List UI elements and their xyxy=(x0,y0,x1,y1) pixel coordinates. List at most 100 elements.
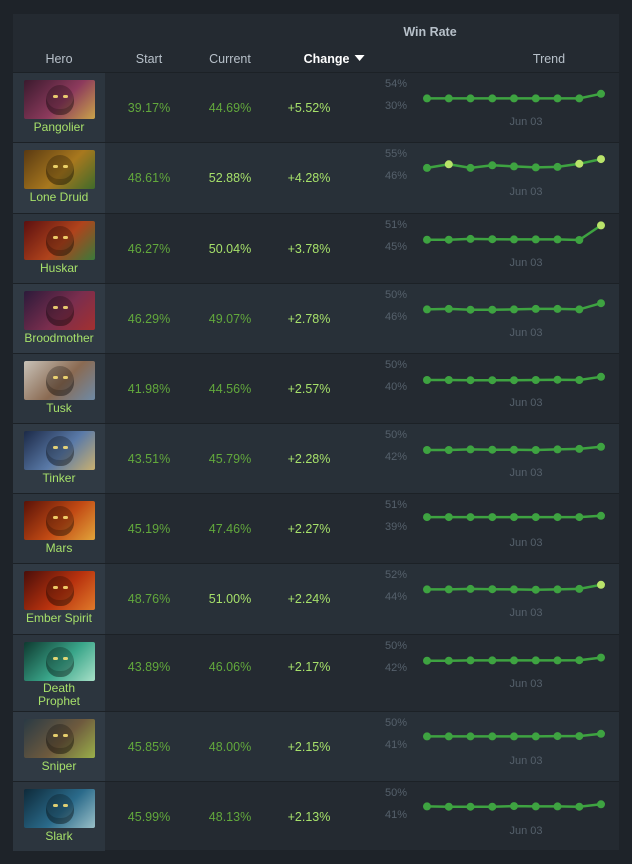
col-hero-header[interactable]: Hero xyxy=(45,52,72,66)
trend-sparkline[interactable]: 50% 41% Jun 03 xyxy=(381,782,619,851)
table-row[interactable]: Tinker 43.51% 45.79% +2.28% 50% 42% Jun 03 xyxy=(13,423,619,493)
hero-cell[interactable]: Huskar xyxy=(13,214,105,283)
trend-point[interactable] xyxy=(553,375,562,384)
trend-point[interactable] xyxy=(553,513,562,522)
trend-point[interactable] xyxy=(466,234,475,243)
trend-point[interactable] xyxy=(597,155,605,164)
trend-point[interactable] xyxy=(531,163,540,172)
trend-point[interactable] xyxy=(597,372,605,381)
col-start-header[interactable]: Start xyxy=(136,52,162,66)
trend-point[interactable] xyxy=(575,513,584,522)
trend-point[interactable] xyxy=(466,305,475,314)
trend-point[interactable] xyxy=(510,585,518,594)
trend-point[interactable] xyxy=(488,802,497,811)
trend-point[interactable] xyxy=(423,163,431,172)
trend-sparkline[interactable]: 51% 39% Jun 03 xyxy=(381,494,619,563)
hero-name[interactable]: Huskar xyxy=(13,262,105,275)
col-change-header[interactable]: Change xyxy=(304,52,365,66)
trend-point[interactable] xyxy=(488,161,497,170)
col-trend-header[interactable]: Trend xyxy=(533,52,565,66)
hero-name[interactable]: Broodmother xyxy=(13,332,105,345)
hero-name[interactable]: Mars xyxy=(13,542,105,555)
hero-name[interactable]: Tinker xyxy=(13,472,105,485)
hero-cell[interactable]: Death Prophet xyxy=(13,635,105,711)
trend-point[interactable] xyxy=(510,802,518,811)
trend-point[interactable] xyxy=(553,94,562,103)
trend-point[interactable] xyxy=(531,446,540,454)
trend-point[interactable] xyxy=(510,656,518,665)
hero-cell[interactable]: Tinker xyxy=(13,424,105,493)
trend-point[interactable] xyxy=(466,802,475,811)
hero-portrait[interactable] xyxy=(24,571,95,610)
trend-point[interactable] xyxy=(466,513,475,522)
hero-portrait[interactable] xyxy=(24,291,95,330)
hero-cell[interactable]: Ember Spirit xyxy=(13,564,105,634)
trend-point[interactable] xyxy=(597,580,605,589)
trend-point[interactable] xyxy=(531,656,540,665)
trend-point[interactable] xyxy=(466,445,475,454)
col-current-header[interactable]: Current xyxy=(209,52,251,66)
trend-point[interactable] xyxy=(575,802,584,811)
hero-name[interactable]: Slark xyxy=(13,830,105,843)
trend-point[interactable] xyxy=(553,445,562,454)
trend-point[interactable] xyxy=(597,653,605,662)
trend-point[interactable] xyxy=(553,585,562,594)
trend-point[interactable] xyxy=(510,513,518,522)
trend-point[interactable] xyxy=(488,305,497,314)
trend-point[interactable] xyxy=(553,802,562,811)
hero-cell[interactable]: Broodmother xyxy=(13,284,105,353)
trend-point[interactable] xyxy=(597,221,605,230)
trend-point[interactable] xyxy=(444,802,453,811)
hero-name[interactable]: Ember Spirit xyxy=(13,612,105,625)
hero-cell[interactable]: Mars xyxy=(13,494,105,563)
trend-point[interactable] xyxy=(510,235,518,244)
table-row[interactable]: Lone Druid 48.61% 52.88% +4.28% 55% 46% Jun 03 xyxy=(13,142,619,213)
trend-point[interactable] xyxy=(531,585,540,594)
trend-point[interactable] xyxy=(488,445,497,454)
trend-point[interactable] xyxy=(444,94,453,103)
hero-name[interactable]: Death Prophet xyxy=(24,682,94,708)
trend-point[interactable] xyxy=(466,732,475,741)
trend-point[interactable] xyxy=(444,235,453,244)
trend-point[interactable] xyxy=(423,446,431,454)
hero-portrait[interactable] xyxy=(24,431,95,470)
hero-name[interactable]: Lone Druid xyxy=(13,191,105,204)
trend-point[interactable] xyxy=(531,304,540,313)
trend-point[interactable] xyxy=(444,513,453,522)
hero-cell[interactable]: Pangolier xyxy=(13,73,105,142)
trend-point[interactable] xyxy=(488,94,497,103)
trend-sparkline[interactable]: 50% 40% Jun 03 xyxy=(381,354,619,423)
hero-portrait[interactable] xyxy=(24,150,95,189)
trend-point[interactable] xyxy=(488,513,497,522)
table-row[interactable]: Slark 45.99% 48.13% +2.13% 50% 41% Jun 03 xyxy=(13,781,619,851)
trend-point[interactable] xyxy=(575,584,584,593)
table-row[interactable]: Sniper 45.85% 48.00% +2.15% 50% 41% Jun 03 xyxy=(13,711,619,781)
hero-portrait[interactable] xyxy=(24,642,95,681)
trend-point[interactable] xyxy=(510,305,518,314)
hero-cell[interactable]: Slark xyxy=(13,782,105,851)
trend-point[interactable] xyxy=(575,444,584,453)
trend-point[interactable] xyxy=(531,802,540,811)
trend-point[interactable] xyxy=(423,513,431,522)
trend-point[interactable] xyxy=(575,159,584,168)
trend-point[interactable] xyxy=(575,376,584,384)
trend-point[interactable] xyxy=(423,94,431,103)
trend-point[interactable] xyxy=(466,163,475,172)
hero-cell[interactable]: Lone Druid xyxy=(13,143,105,213)
trend-point[interactable] xyxy=(510,94,518,103)
trend-sparkline[interactable]: 50% 42% Jun 03 xyxy=(381,424,619,493)
trend-point[interactable] xyxy=(510,376,518,385)
hero-name[interactable]: Sniper xyxy=(13,760,105,773)
hero-name[interactable]: Pangolier xyxy=(13,121,105,134)
table-row[interactable]: Broodmother 46.29% 49.07% +2.78% 50% 46% Jun 0… xyxy=(13,283,619,353)
trend-sparkline[interactable]: 51% 45% Jun 03 xyxy=(381,214,619,283)
trend-point[interactable] xyxy=(444,376,453,384)
hero-name[interactable]: Tusk xyxy=(13,402,105,415)
trend-point[interactable] xyxy=(466,584,475,593)
hero-portrait[interactable] xyxy=(24,789,95,828)
trend-point[interactable] xyxy=(575,305,584,314)
trend-sparkline[interactable]: 55% 46% Jun 03 xyxy=(381,143,619,213)
trend-point[interactable] xyxy=(575,656,584,665)
trend-sparkline[interactable]: 50% 42% Jun 03 xyxy=(381,635,619,711)
trend-point[interactable] xyxy=(488,656,497,665)
